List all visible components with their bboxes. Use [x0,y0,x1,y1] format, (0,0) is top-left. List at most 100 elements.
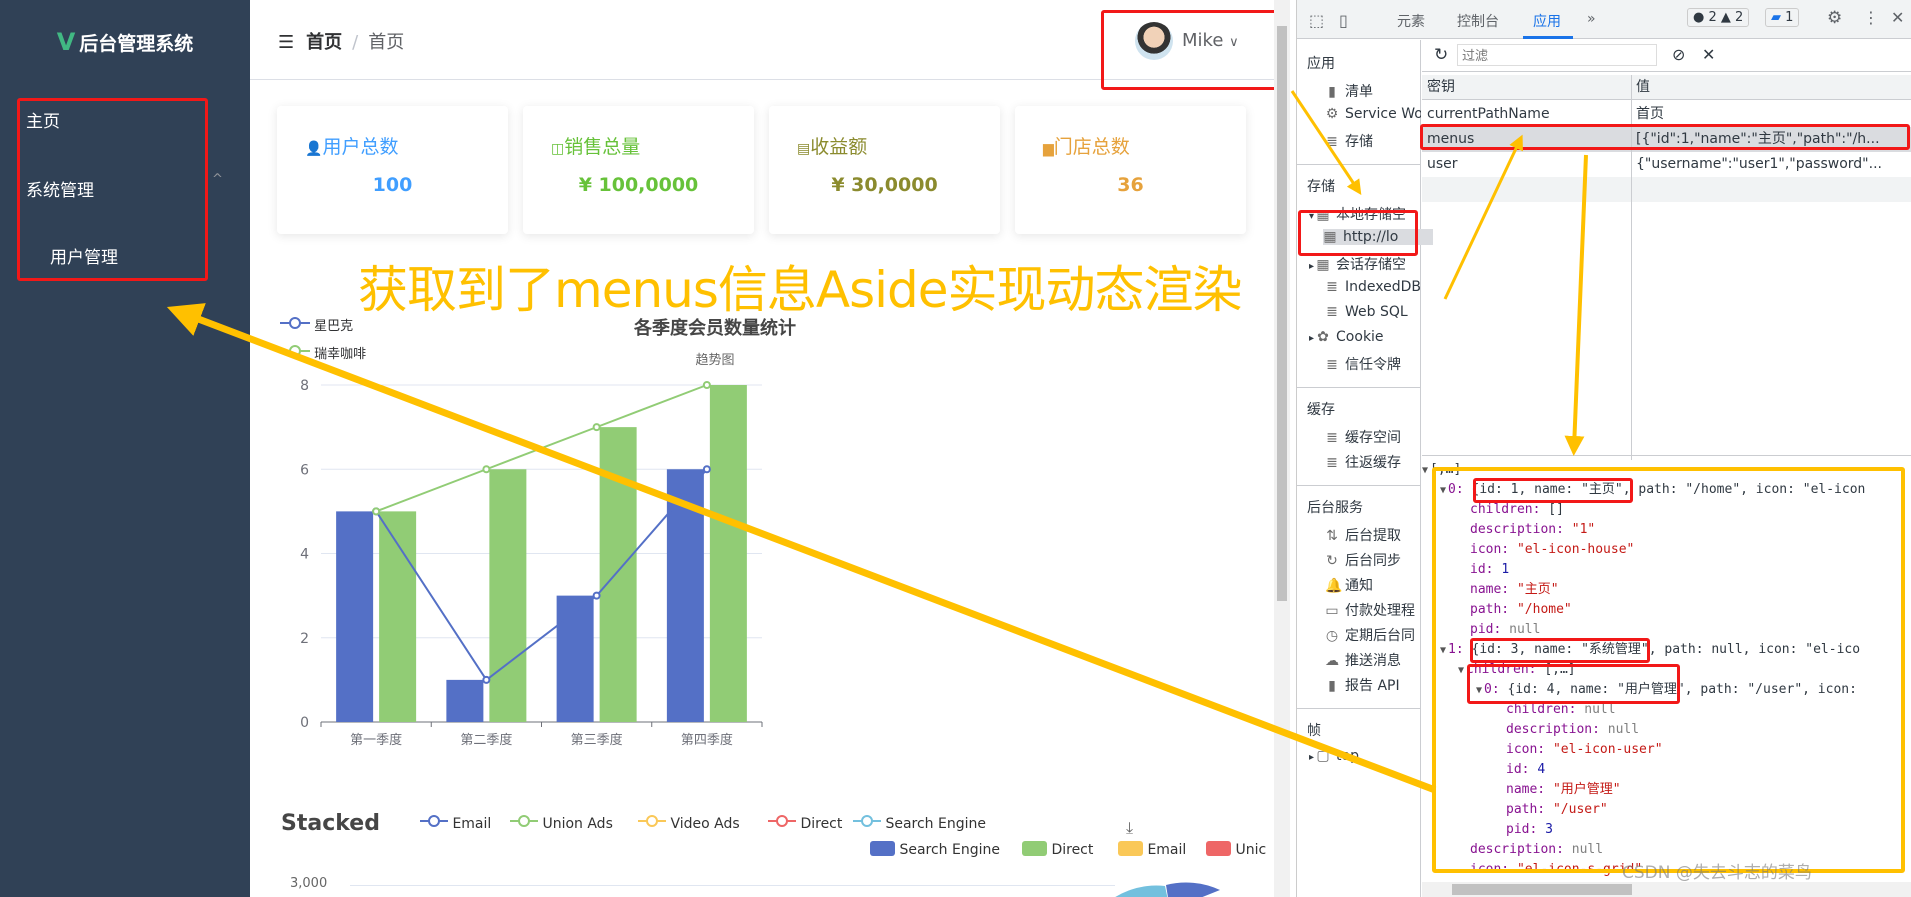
bar[interactable] [599,427,637,722]
bar[interactable] [336,511,374,722]
x-tick-label: 第三季度 [571,732,623,748]
bar[interactable] [489,469,527,722]
database-icon: ≣ [1326,430,1338,446]
column-header-value: 值 [1636,79,1650,95]
download-icon[interactable]: ⤓ [1126,818,1133,838]
settings-gear-icon[interactable]: ⚙ [1827,8,1842,28]
item-label: 会话存储空 [1336,257,1405,273]
sidebar-item[interactable]: ≣ 存储 [1325,131,1421,151]
legend-item[interactable]: Direct [768,814,842,832]
section-header: 应用 [1307,56,1335,72]
legend-item[interactable]: Direct [1022,841,1093,858]
issues-counter[interactable]: ● 2 ▲ 2 [1687,8,1750,27]
expand-toggle-icon[interactable]: ▼ [1422,465,1428,476]
close-icon[interactable]: ✕ [1891,8,1904,27]
item-label: 缓存空间 [1345,430,1401,446]
sidebar-item[interactable]: ≣ 缓存空间 [1325,427,1421,447]
warning-count: 2 [1735,10,1744,25]
legend-swatch [1206,841,1231,856]
row-value: {"username":"user1","password"... [1636,156,1882,172]
more-tabs-icon[interactable]: » [1587,11,1596,27]
line-point[interactable] [702,381,711,389]
legend-item[interactable]: Union Ads [510,814,613,832]
pie-chart [1100,882,1220,897]
sidebar-item[interactable]: ▸ ✿ Cookie [1309,329,1405,345]
line-point[interactable] [592,591,601,600]
legend-item[interactable]: Video Ads [638,814,740,832]
line-point[interactable] [592,423,601,432]
sidebar-item[interactable]: ≣ IndexedDB [1325,279,1421,295]
more-menu-icon[interactable]: ⋮ [1863,8,1879,27]
sidebar-item[interactable]: ▸ ▦ 会话存储空 [1309,254,1405,274]
sidebar-item[interactable]: ≣ Web SQL [1325,304,1421,320]
horizontal-scrollbar[interactable] [1422,882,1911,897]
sidebar-item[interactable]: ↻ 后台同步 [1325,550,1421,570]
bar[interactable] [446,679,484,722]
scrollbar-thumb[interactable] [1452,884,1632,895]
pie-slice[interactable] [1100,885,1170,897]
payment-icon: ▭ [1325,603,1339,619]
line-point[interactable] [702,465,711,474]
sidebar-item[interactable]: ▮ 清单 [1325,81,1421,101]
item-label: top [1336,748,1359,764]
sidebar-item[interactable]: ≣ 信任令牌 [1325,354,1421,374]
legend-swatch [1022,841,1047,856]
x-tick-label: 第四季度 [681,732,733,748]
line-point[interactable] [482,465,491,474]
highlight-box [1420,124,1910,150]
sidebar-item[interactable]: ⇅ 后台提取 [1325,525,1421,545]
legend-item[interactable]: Search Engine [870,841,1000,858]
cookie-icon: ✿ [1317,329,1329,345]
tab-elements[interactable]: 元素 [1397,11,1425,31]
storage-toolbar: ↻ ⊘ ✕ [1422,40,1911,72]
line-point[interactable] [482,675,491,684]
preview-divider [1422,455,1911,456]
section-header: 帧 [1307,723,1321,739]
inspect-icon[interactable]: ⬚ [1309,11,1324,30]
row-key: user [1427,156,1458,172]
sidebar-item[interactable]: ≣ 往返缓存 [1325,452,1421,472]
legend-item[interactable]: Search Engine [853,814,986,832]
gear-icon: ⚙ [1325,106,1339,122]
messages-counter[interactable]: ▰ 1 [1765,8,1800,27]
sidebar-item[interactable]: ☁ 推送消息 [1325,650,1421,670]
bar[interactable] [709,385,747,722]
highlight-box [1298,210,1418,256]
legend-label: Video Ads [670,816,740,832]
device-toggle-icon[interactable]: ▯ [1339,11,1348,30]
expand-arrow-icon[interactable]: ▸ [1309,752,1314,763]
delete-icon[interactable]: ✕ [1702,45,1715,64]
sidebar-item[interactable]: ◷ 定期后台同 [1325,625,1421,645]
expand-arrow-icon[interactable]: ▸ [1309,261,1314,272]
legend-item[interactable]: Email [420,814,491,832]
sidebar-item[interactable]: ▮ 报告 API [1325,675,1421,695]
legend-label: Union Ads [542,816,613,832]
legend-item[interactable]: Unic [1206,841,1274,858]
sidebar-item[interactable]: ▭ 付款处理程 [1325,600,1421,620]
table-row[interactable]: user {"username":"user1","password"... [1422,152,1911,177]
pie-slice[interactable] [1166,882,1220,897]
database-icon: ≣ [1326,134,1338,150]
item-label: 定期后台同 [1345,628,1415,644]
legend-label: Direct [800,816,843,832]
legend-label: Search Engine [899,842,1000,858]
sidebar-item[interactable]: ▸ ▢ top [1309,748,1405,764]
item-label: 报告 API [1345,678,1400,694]
tab-console[interactable]: 控制台 [1457,11,1499,31]
sidebar-item[interactable]: ⚙ Service Wo [1325,106,1421,122]
legend-line-icon [853,815,881,827]
bar[interactable] [666,469,704,722]
clear-all-icon[interactable]: ⊘ [1672,45,1685,64]
series-line [375,384,708,513]
sidebar-item[interactable]: 🔔 通知 [1325,575,1421,595]
bar[interactable] [556,595,594,722]
line-point[interactable] [372,507,381,516]
tab-application[interactable]: 应用 [1533,11,1561,31]
message-icon: ▰ [1771,10,1781,25]
item-label: 往返缓存 [1345,455,1401,471]
expand-arrow-icon[interactable]: ▸ [1309,333,1314,344]
item-label: 存储 [1345,134,1373,150]
legend-item[interactable]: Email [1118,841,1186,858]
filter-input[interactable] [1457,44,1657,66]
refresh-icon[interactable]: ↻ [1434,45,1448,65]
